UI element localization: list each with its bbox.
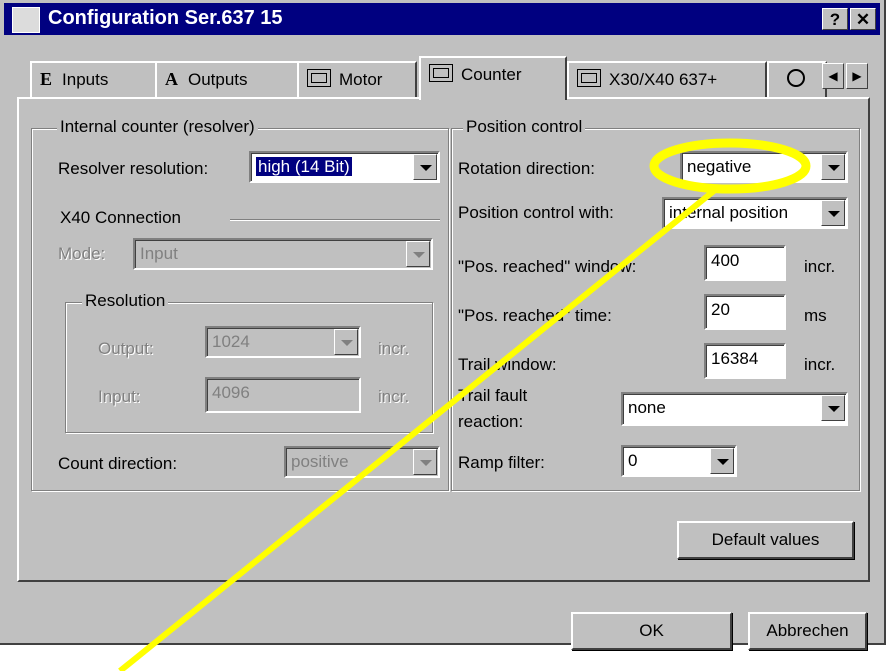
tab-counter[interactable]: Counter [419,56,567,100]
tab-x30-x40-label: X30/X40 637+ [609,70,718,89]
radio-icon [787,69,805,87]
tab-counter-label: Counter [461,65,522,84]
inputs-icon: E [40,69,53,89]
app-icon [12,7,40,33]
window-title: Configuration Ser.637 15 [48,7,283,29]
counter-tab-panel [17,97,870,582]
configuration-dialog: Configuration Ser.637 15 ? ✕ E Inputs A Ou… [0,0,886,650]
tab-motor-label: Motor [339,70,383,89]
title-bar[interactable]: Configuration Ser.637 15 ? ✕ [4,3,880,35]
tab-x30-x40[interactable]: X30/X40 637+ [567,61,767,97]
outputs-icon: A [165,69,178,89]
tab-inputs-label: Inputs [62,70,109,89]
tab-more[interactable] [767,61,827,97]
ok-button[interactable]: OK [571,612,732,650]
close-button[interactable]: ✕ [850,8,876,30]
tab-scroll-right-icon[interactable]: ▶ [846,63,868,89]
tab-inputs[interactable]: E Inputs [30,61,157,97]
tab-motor[interactable]: Motor [297,61,417,97]
motor-icon [307,69,331,87]
tab-scroll-left-icon[interactable]: ◀ [822,63,844,89]
cancel-button[interactable]: Abbrechen [748,612,867,650]
tab-outputs[interactable]: A Outputs [155,61,299,97]
counter-icon [429,64,453,82]
x30-x40-icon [577,69,601,87]
tab-outputs-label: Outputs [188,70,248,89]
help-button[interactable]: ? [822,8,848,30]
